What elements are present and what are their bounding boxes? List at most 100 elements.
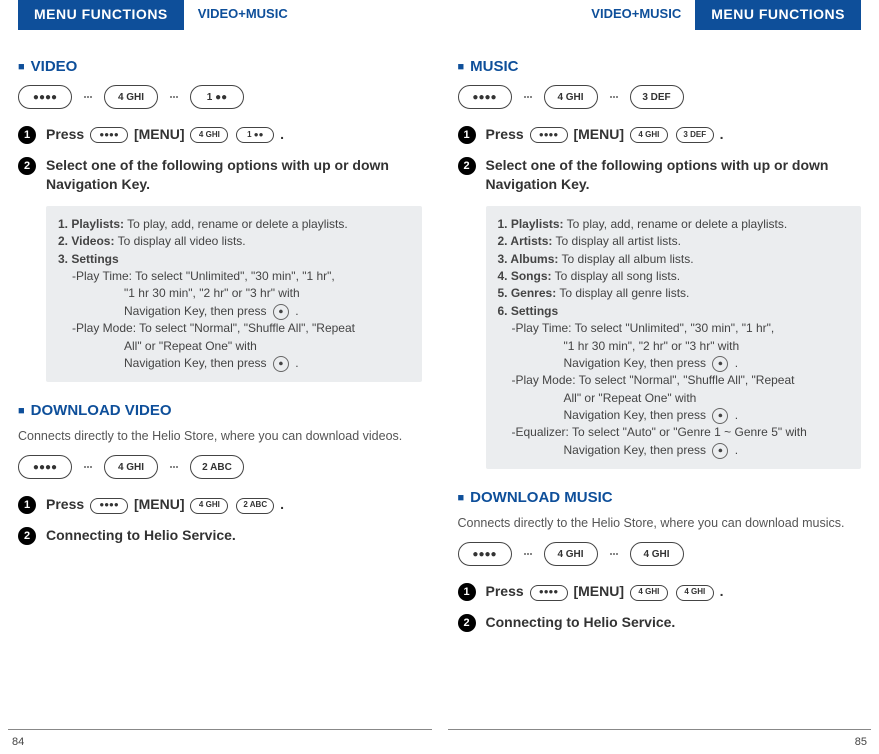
section-title-video: VIDEO bbox=[18, 58, 422, 75]
page-right: VIDEO+MUSIC MENU FUNCTIONS MUSIC ●●●● 4 … bbox=[440, 0, 879, 754]
key-sequence-dlmusic: ●●●● 4 GHI 4 GHI bbox=[458, 542, 862, 566]
dash-icon bbox=[170, 466, 178, 468]
key-2-inline: 2 ABC bbox=[236, 498, 274, 514]
opt-text: Navigation Key, then press bbox=[564, 443, 710, 457]
key-4-inline: 4 GHI bbox=[630, 127, 668, 143]
step-1-dlvideo: 1 Press ●●●● [MENU] 4 GHI 2 ABC . bbox=[18, 495, 422, 514]
dash-icon bbox=[610, 553, 618, 555]
key-nav-inline: ●●●● bbox=[530, 127, 568, 143]
section-subtext: Connects directly to the Helio Store, wh… bbox=[458, 516, 862, 530]
dash-icon bbox=[524, 96, 532, 98]
opt-text: "1 hr 30 min", "2 hr" or "3 hr" with bbox=[124, 286, 300, 300]
opt-sub-label: -Play Time: bbox=[512, 321, 572, 335]
opt-sub-label: -Equalizer: bbox=[512, 425, 569, 439]
section-title-dlmusic: DOWNLOAD MUSIC bbox=[458, 489, 862, 506]
opt-text: To display all album lists. bbox=[558, 252, 693, 266]
step-text: Select one of the following options with… bbox=[486, 156, 862, 194]
step-text: Press bbox=[486, 126, 524, 142]
tab-menu-functions: MENU FUNCTIONS bbox=[695, 0, 861, 30]
step-1-dlmusic: 1 Press ●●●● [MENU] 4 GHI 4 GHI . bbox=[458, 582, 862, 601]
key-3: 3 DEF bbox=[630, 85, 684, 109]
opt-sub-label: -Play Mode: bbox=[72, 321, 136, 335]
opt-sub-label: -Play Time: bbox=[72, 269, 132, 283]
header-left: MENU FUNCTIONS VIDEO+MUSIC bbox=[18, 0, 422, 30]
opt-text: To display all video lists. bbox=[114, 234, 245, 248]
opt-label: 3. Albums: bbox=[498, 252, 559, 266]
opt-text: Navigation Key, then press bbox=[124, 304, 270, 318]
opt-text: "1 hr 30 min", "2 hr" or "3 hr" with bbox=[564, 339, 740, 353]
key-nav: ●●●● bbox=[18, 455, 72, 479]
page-left: MENU FUNCTIONS VIDEO+MUSIC VIDEO ●●●● 4 … bbox=[0, 0, 440, 754]
key-nav-inline: ●●●● bbox=[90, 498, 128, 514]
dash-icon bbox=[610, 96, 618, 98]
step-num-icon: 2 bbox=[18, 157, 36, 175]
page-divider bbox=[8, 729, 432, 730]
opt-text: To display all artist lists. bbox=[552, 234, 681, 248]
opt-label: 6. Settings bbox=[498, 304, 559, 318]
opt-text: All" or "Repeat One" with bbox=[564, 391, 697, 405]
opt-text: Navigation Key, then press bbox=[564, 408, 710, 422]
key-4b: 4 GHI bbox=[630, 542, 684, 566]
page-divider bbox=[448, 729, 872, 730]
key-4: 4 GHI bbox=[104, 455, 158, 479]
key-4: 4 GHI bbox=[544, 85, 598, 109]
step-text: . bbox=[720, 583, 724, 599]
key-1: 1 ●● bbox=[190, 85, 244, 109]
key-sequence-music: ●●●● 4 GHI 3 DEF bbox=[458, 85, 862, 109]
opt-text: All" or "Repeat One" with bbox=[124, 339, 257, 353]
key-4: 4 GHI bbox=[104, 85, 158, 109]
opt-text: To play, add, rename or delete a playlis… bbox=[124, 217, 348, 231]
dash-icon bbox=[84, 96, 92, 98]
opt-label: 1. Playlists: bbox=[58, 217, 124, 231]
key-sequence-dlvideo: ●●●● 4 GHI 2 ABC bbox=[18, 455, 422, 479]
step-text: . bbox=[280, 496, 284, 512]
ok-icon: ⏺ bbox=[712, 443, 728, 459]
opt-text: To select "Normal", "Shuffle All", "Repe… bbox=[136, 321, 355, 335]
step-2-music: 2 Select one of the following options wi… bbox=[458, 156, 862, 194]
step-text: Connecting to Helio Service. bbox=[46, 526, 236, 545]
ok-icon: ⏺ bbox=[712, 408, 728, 424]
step-text: . bbox=[720, 126, 724, 142]
dash-icon bbox=[524, 553, 532, 555]
page-number: 84 bbox=[12, 736, 24, 748]
key-3-inline: 3 DEF bbox=[676, 127, 714, 143]
step-text: [MENU] bbox=[134, 126, 185, 142]
ok-icon: ⏺ bbox=[712, 356, 728, 372]
opt-sub-label: -Play Mode: bbox=[512, 373, 576, 387]
step-text: [MENU] bbox=[573, 126, 624, 142]
opt-label: 2. Artists: bbox=[498, 234, 553, 248]
step-num-icon: 2 bbox=[458, 157, 476, 175]
step-num-icon: 1 bbox=[18, 496, 36, 514]
ok-icon: ⏺ bbox=[273, 356, 289, 372]
opt-text: To display all song lists. bbox=[552, 269, 681, 283]
key-nav-inline: ●●●● bbox=[530, 585, 568, 601]
opt-label: 5. Genres: bbox=[498, 286, 557, 300]
step-2-dlvideo: 2 Connecting to Helio Service. bbox=[18, 526, 422, 545]
step-num-icon: 1 bbox=[18, 126, 36, 144]
dash-icon bbox=[170, 96, 178, 98]
key-4-inline: 4 GHI bbox=[630, 585, 668, 601]
opt-text: To display all genre lists. bbox=[556, 286, 689, 300]
key-nav: ●●●● bbox=[458, 542, 512, 566]
step-text: [MENU] bbox=[573, 583, 624, 599]
opt-text: To select "Unlimited", "30 min", "1 hr", bbox=[132, 269, 335, 283]
opt-text: Navigation Key, then press bbox=[124, 356, 270, 370]
opt-label: 2. Videos: bbox=[58, 234, 114, 248]
step-text: Connecting to Helio Service. bbox=[486, 613, 676, 632]
opt-text: To select "Unlimited", "30 min", "1 hr", bbox=[572, 321, 775, 335]
section-title-music: MUSIC bbox=[458, 58, 862, 75]
step-num-icon: 1 bbox=[458, 583, 476, 601]
chapter-label: VIDEO+MUSIC bbox=[184, 0, 288, 21]
step-num-icon: 1 bbox=[458, 126, 476, 144]
options-video: 1. Playlists: To play, add, rename or de… bbox=[46, 206, 422, 383]
opt-text: To play, add, rename or delete a playlis… bbox=[564, 217, 788, 231]
ok-icon: ⏺ bbox=[273, 304, 289, 320]
step-text: Press bbox=[46, 126, 84, 142]
step-text: Select one of the following options with… bbox=[46, 156, 422, 194]
step-text: . bbox=[280, 126, 284, 142]
step-num-icon: 2 bbox=[458, 614, 476, 632]
step-text: Press bbox=[486, 583, 524, 599]
page-number: 85 bbox=[855, 736, 867, 748]
opt-label: 1. Playlists: bbox=[498, 217, 564, 231]
key-nav: ●●●● bbox=[458, 85, 512, 109]
